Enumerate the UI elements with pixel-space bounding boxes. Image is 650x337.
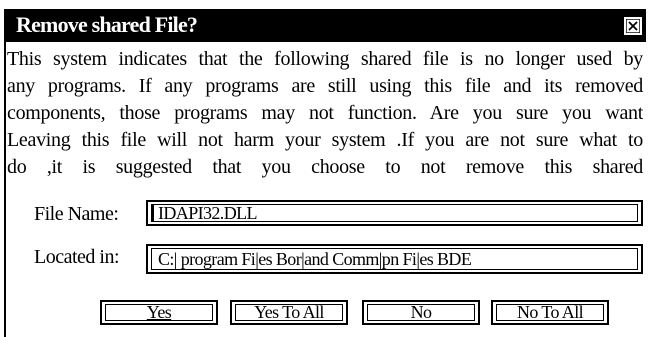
remove-shared-file-dialog: Remove shared File? This system indicate… bbox=[0, 0, 650, 337]
yes-to-all-button-label: Yes To All bbox=[254, 302, 324, 322]
close-button[interactable] bbox=[624, 17, 642, 35]
message-line: components, those programs may not funct… bbox=[7, 102, 643, 124]
message-text: This system indicates that the following… bbox=[7, 46, 643, 181]
yes-to-all-button[interactable]: Yes To All bbox=[230, 300, 348, 325]
no-to-all-button[interactable]: No To All bbox=[491, 300, 609, 325]
located-in-value: C:| program Fi|es Bor|and Comm|pn Fi|es … bbox=[158, 249, 472, 269]
field-caret bbox=[152, 205, 154, 221]
title-bar[interactable]: Remove shared File? bbox=[4, 9, 646, 42]
file-name-label: File Name: bbox=[34, 203, 119, 225]
located-in-label: Located in: bbox=[34, 246, 120, 268]
yes-button[interactable]: Yes bbox=[100, 300, 218, 325]
message-line: do ,it is suggested that you choose to n… bbox=[7, 156, 643, 178]
located-in-field[interactable]: C:| program Fi|es Bor|and Comm|pn Fi|es … bbox=[146, 244, 643, 274]
dialog-left-border bbox=[4, 42, 6, 337]
no-button-label: No bbox=[410, 302, 432, 322]
file-name-value: IDAPI32.DLL bbox=[158, 203, 257, 223]
yes-button-label: Yes bbox=[146, 302, 172, 322]
dialog-title: Remove shared File? bbox=[16, 12, 198, 37]
message-line: Leaving this file will not harm your sys… bbox=[7, 129, 643, 151]
file-name-field[interactable]: IDAPI32.DLL bbox=[146, 200, 643, 226]
message-line: This system indicates that the following… bbox=[7, 48, 643, 70]
no-button[interactable]: No bbox=[362, 300, 480, 325]
no-to-all-button-label: No To All bbox=[516, 302, 584, 322]
message-line: any programs. If any programs are still … bbox=[7, 75, 643, 97]
close-icon bbox=[626, 19, 640, 33]
